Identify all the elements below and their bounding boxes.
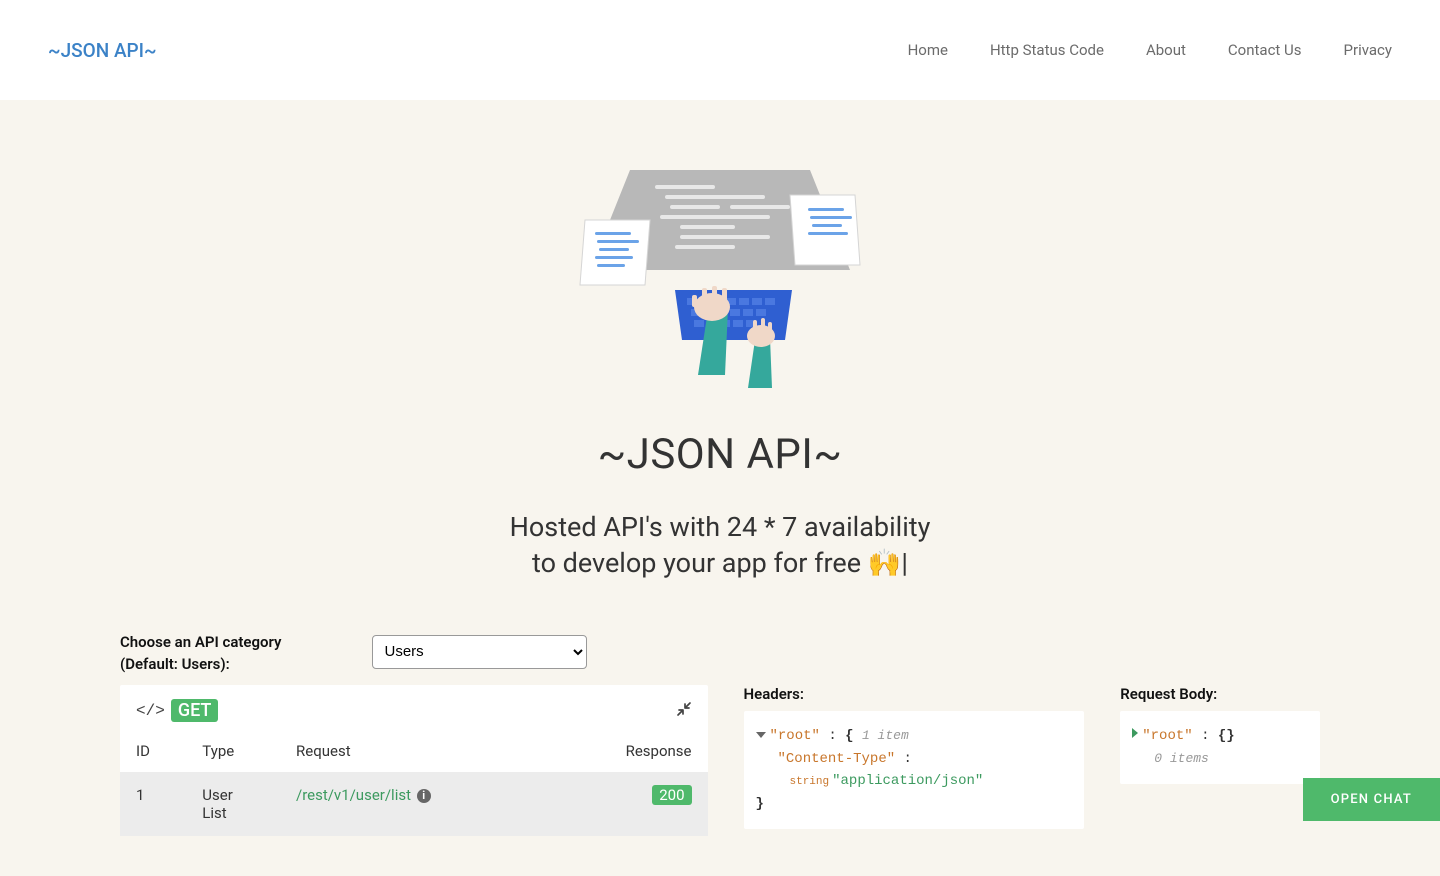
hero-subtitle: Hosted API's with 24 * 7 availability to… bbox=[0, 509, 1440, 582]
request-panel: </> GET ID Type Request Response bbox=[120, 685, 708, 836]
hero: ~JSON API~ Hosted API's with 24 * 7 avai… bbox=[0, 100, 1440, 632]
info-icon[interactable]: i bbox=[417, 789, 431, 803]
method-badge: GET bbox=[171, 699, 219, 722]
logo[interactable]: ~JSON API~ bbox=[48, 39, 157, 62]
nav-http-status-code[interactable]: Http Status Code bbox=[990, 41, 1104, 59]
category-controls: Choose an API category (Default: Users):… bbox=[0, 632, 1440, 686]
cell-request: /rest/v1/user/list i bbox=[284, 772, 550, 836]
open-chat-button[interactable]: OPEN CHAT bbox=[1303, 778, 1440, 821]
header: ~JSON API~ Home Http Status Code About C… bbox=[0, 0, 1440, 100]
request-link[interactable]: /rest/v1/user/list bbox=[296, 786, 411, 804]
category-select[interactable]: Users bbox=[372, 635, 587, 669]
col-type: Type bbox=[190, 736, 284, 772]
request-table: ID Type Request Response 1 User List bbox=[120, 736, 708, 836]
nav-home[interactable]: Home bbox=[908, 41, 948, 59]
cell-type: User List bbox=[190, 772, 284, 836]
request-body-panel: Request Body: "root" : {} 0 items bbox=[1120, 685, 1320, 784]
headers-panel: Headers: "root" : { 1 item "Content-Type… bbox=[744, 685, 1085, 829]
code-icon: </> bbox=[136, 702, 165, 720]
hero-subtitle-line1: Hosted API's with 24 * 7 availability bbox=[510, 511, 931, 543]
nav-contact-us[interactable]: Contact Us bbox=[1228, 41, 1302, 59]
col-response: Response bbox=[550, 736, 707, 772]
chevron-right-icon[interactable] bbox=[1132, 728, 1138, 738]
nav-about[interactable]: About bbox=[1146, 41, 1186, 59]
cell-response: 200 bbox=[550, 772, 707, 836]
hero-subtitle-line2: to develop your app for free 🙌 bbox=[532, 547, 901, 579]
typing-cursor: | bbox=[901, 545, 908, 581]
table-row[interactable]: 1 User List /rest/v1/user/list i 200 bbox=[120, 772, 708, 836]
category-label: Choose an API category (Default: Users): bbox=[120, 632, 282, 676]
col-id: ID bbox=[120, 736, 190, 772]
request-body-label: Request Body: bbox=[1120, 685, 1320, 703]
nav-privacy[interactable]: Privacy bbox=[1344, 41, 1392, 59]
hero-title: ~JSON API~ bbox=[0, 430, 1440, 479]
main-nav: Home Http Status Code About Contact Us P… bbox=[908, 41, 1392, 59]
collapse-icon[interactable] bbox=[676, 701, 692, 721]
hero-illustration bbox=[560, 160, 880, 390]
headers-label: Headers: bbox=[744, 685, 1085, 703]
cell-id: 1 bbox=[120, 772, 190, 836]
panels-row: </> GET ID Type Request Response bbox=[0, 685, 1440, 876]
col-request: Request bbox=[284, 736, 550, 772]
response-badge: 200 bbox=[652, 785, 691, 805]
chevron-down-icon[interactable] bbox=[756, 732, 766, 738]
